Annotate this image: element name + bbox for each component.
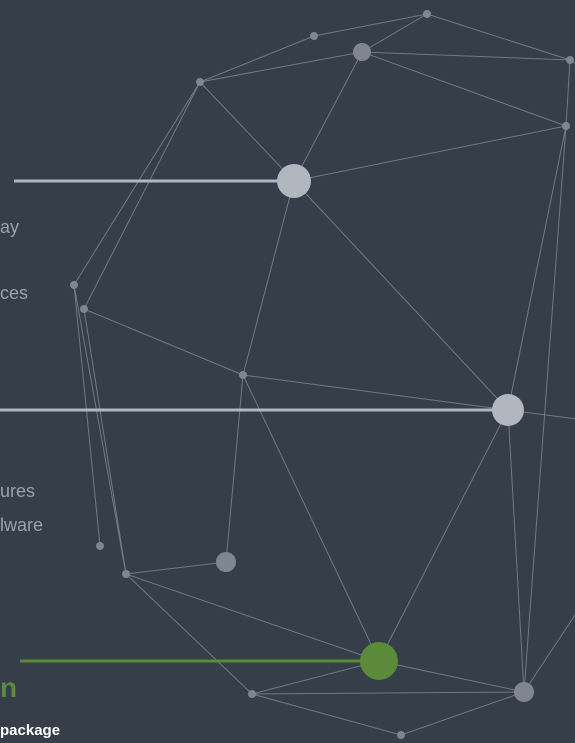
network-edge: [293, 51, 363, 182]
accent-node: [360, 642, 398, 680]
network-edge: [523, 614, 575, 693]
network-edge: [199, 35, 315, 83]
network-edge: [507, 409, 525, 693]
network-node: [310, 32, 318, 40]
network-node: [566, 56, 574, 64]
hub-node: [277, 164, 311, 198]
text-fragment-ay: ay: [0, 217, 20, 237]
network-edge: [73, 284, 127, 575]
accent-text-fragment: n: [0, 672, 18, 703]
network-edge: [225, 374, 244, 563]
text-fragment-ures: ures: [0, 481, 36, 501]
network-edge: [73, 284, 101, 547]
network-edge: [378, 660, 525, 693]
network-edge: [293, 125, 567, 182]
network-edge: [251, 660, 380, 695]
network-node: [514, 682, 534, 702]
network-edge: [523, 125, 567, 693]
network-edge: [361, 13, 428, 53]
network-node: [423, 10, 431, 18]
network-diagram-canvas: ay ces ures lware n package: [0, 0, 575, 743]
network-node: [248, 690, 256, 698]
network-node: [397, 731, 405, 739]
network-node: [80, 305, 88, 313]
network-graph: [0, 10, 575, 739]
network-edge: [251, 691, 525, 695]
network-edge: [242, 374, 380, 662]
network-edge: [125, 573, 380, 662]
network-edge: [565, 59, 571, 127]
network-edge: [83, 308, 127, 575]
network-edge: [125, 573, 253, 695]
edge-layer: [73, 13, 575, 736]
hub-node: [492, 394, 524, 426]
network-node: [96, 542, 104, 550]
network-node: [353, 43, 371, 61]
network-edge: [83, 81, 201, 310]
network-edge: [378, 409, 509, 662]
network-edge: [507, 125, 567, 411]
text-fragment-ces: ces: [0, 283, 29, 303]
network-edge: [400, 691, 525, 736]
network-node: [196, 78, 204, 86]
node-layer: [70, 10, 574, 739]
network-node: [70, 281, 78, 289]
network-edge: [199, 51, 363, 83]
network-edge: [199, 81, 295, 182]
connector-layer: [0, 179, 508, 663]
network-edge: [361, 51, 571, 61]
network-node: [562, 122, 570, 130]
network-node: [239, 371, 247, 379]
package-link[interactable]: package: [0, 722, 60, 739]
text-fragment-lware: lware: [0, 515, 44, 535]
network-node: [122, 570, 130, 578]
network-node: [216, 552, 236, 572]
network-edge: [73, 81, 201, 286]
network-edge: [125, 561, 227, 575]
network-edge: [313, 13, 428, 37]
network-edge: [251, 693, 402, 736]
network-edge: [83, 308, 244, 376]
network-edge: [242, 374, 509, 411]
network-edge: [426, 13, 571, 61]
network-edge: [361, 51, 567, 127]
network-edge: [242, 180, 295, 376]
network-edge: [293, 180, 509, 411]
